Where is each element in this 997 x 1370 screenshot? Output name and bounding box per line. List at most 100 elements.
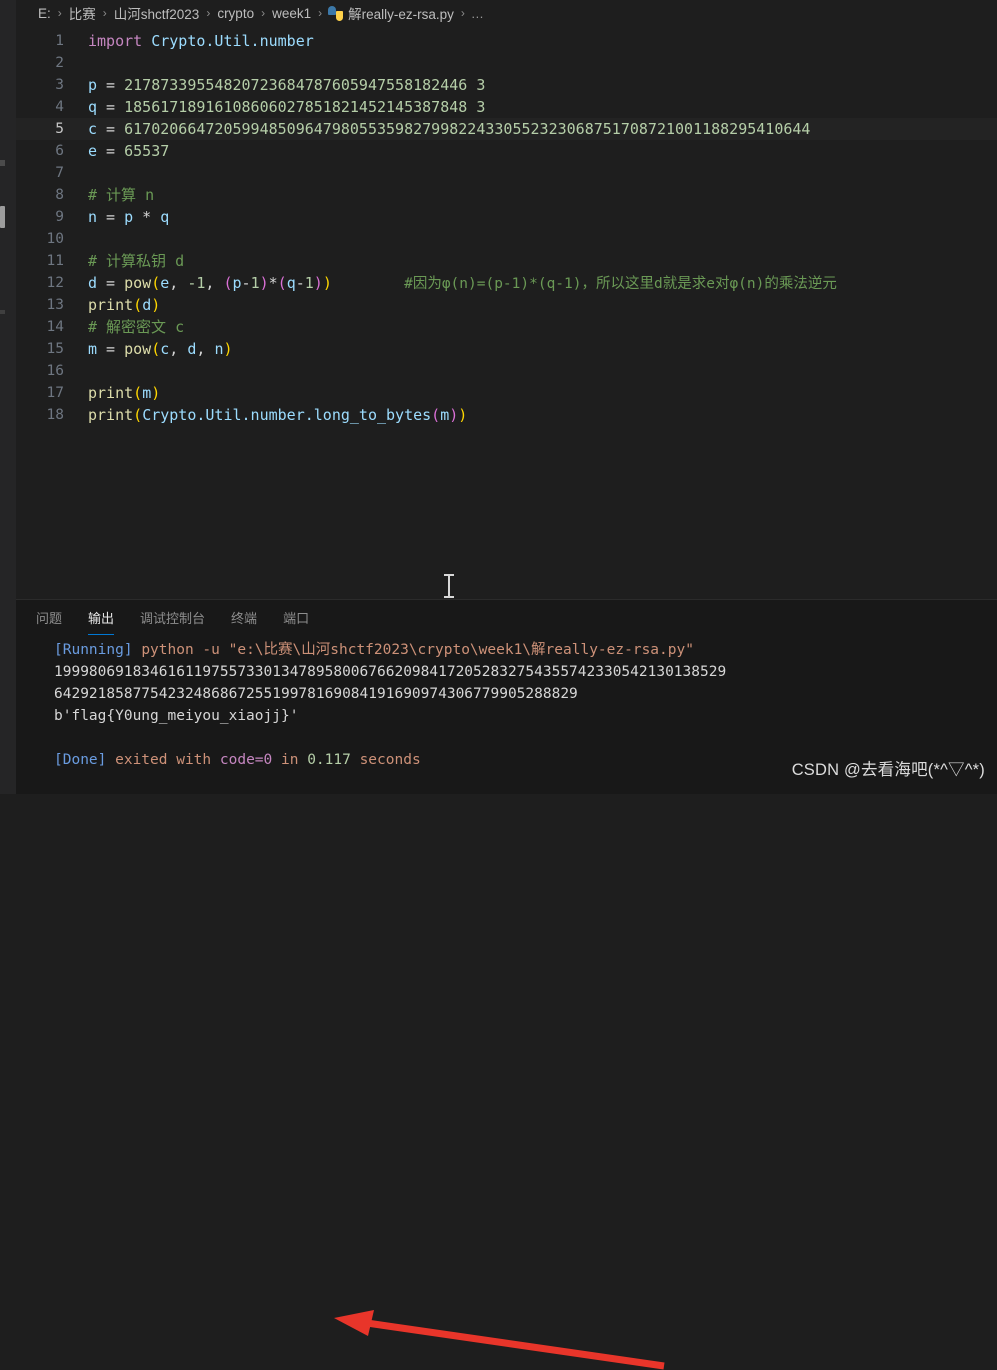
csdn-watermark: CSDN @去看海吧(*^▽^*) bbox=[791, 761, 985, 779]
token-paren2: ( bbox=[431, 406, 441, 424]
breadcrumb-item-3[interactable]: crypto bbox=[216, 6, 255, 21]
code-line[interactable]: 6 e = 65537 bbox=[16, 140, 997, 162]
panel-tab-3[interactable]: 终端 bbox=[231, 600, 257, 635]
code-line-text: print(d) bbox=[88, 294, 997, 316]
output-token: b'flag{Y0ung_meiyou_xiaojj}' bbox=[54, 708, 299, 724]
breadcrumb[interactable]: E: › 比赛 › 山河shctf2023 › crypto › week1 › 解really-e… bbox=[16, 0, 997, 26]
line-number: 7 bbox=[55, 165, 64, 181]
token-var: d bbox=[142, 296, 152, 314]
token-op: , bbox=[205, 273, 224, 292]
activity-marker-selected bbox=[0, 206, 5, 228]
code-line[interactable]: 12 d = pow(e, -1, (p-1)*(q-1)) #因为φ(n)=(p… bbox=[16, 272, 997, 294]
code-line-text: p = 217873395548207236847876059475581824… bbox=[88, 74, 997, 96]
code-line[interactable]: 17 print(m) bbox=[16, 382, 997, 404]
code-line[interactable]: 8 # 计算 n bbox=[16, 184, 997, 206]
token-var: p bbox=[232, 273, 242, 292]
token-paren2: ) bbox=[313, 273, 323, 292]
code-line-text: # 计算私钥 d bbox=[88, 250, 997, 272]
activity-marker-bottom bbox=[0, 310, 5, 314]
token-op: = bbox=[97, 98, 125, 116]
code-line[interactable]: 13 print(d) bbox=[16, 294, 997, 316]
output-line: 1999806918346161197557330134789580067662… bbox=[54, 661, 997, 683]
token-num: 18561718916108606027851821452145387848 3 bbox=[124, 98, 486, 116]
bottom-panel: 问题 输出 调试控制台 终端 端口 [Running] python -u "e:\比赛… bbox=[16, 599, 997, 1370]
panel-tab-0[interactable]: 问题 bbox=[36, 600, 62, 635]
token-num: -1 bbox=[187, 273, 206, 292]
line-number: 12 bbox=[46, 275, 64, 291]
panel-tab-4[interactable]: 端口 bbox=[283, 600, 309, 635]
activity-marker-top bbox=[0, 160, 5, 166]
code-line-text: # 解密密文 c bbox=[88, 316, 997, 338]
token-op: = bbox=[97, 120, 125, 138]
token-num: 1 bbox=[304, 273, 314, 292]
code-line[interactable]: 18 print(Crypto.Util.number.long_to_bytes… bbox=[16, 404, 997, 426]
line-number: 16 bbox=[46, 363, 64, 379]
code-line-text: c = 617020664720599485096479805535982799… bbox=[88, 118, 997, 140]
breadcrumb-separator: › bbox=[57, 6, 62, 20]
panel-tab-bar[interactable]: 问题 输出 调试控制台 终端 端口 bbox=[16, 600, 997, 635]
line-number: 18 bbox=[46, 407, 64, 423]
code-line[interactable]: 3 p = 21787339554820723684787605947558182… bbox=[16, 74, 997, 96]
line-number: 11 bbox=[46, 253, 64, 269]
token-var: m bbox=[440, 406, 450, 424]
breadcrumb-item-4[interactable]: week1 bbox=[271, 6, 312, 21]
code-line[interactable]: 5 c = 61702066472059948509647980553598279… bbox=[16, 118, 997, 140]
token-paren2: ) bbox=[449, 406, 459, 424]
code-line-text: d = pow(e, -1, (p-1)*(q-1)) #因为φ(n)=(p-1… bbox=[88, 272, 997, 295]
code-line[interactable]: 9 n = p * q bbox=[16, 206, 997, 228]
token-op: = bbox=[97, 340, 125, 358]
code-line[interactable]: 2 bbox=[16, 52, 997, 74]
token-fn: pow bbox=[124, 340, 152, 358]
red-pointer-arrow bbox=[334, 1310, 665, 1370]
line-number: 17 bbox=[46, 385, 64, 401]
breadcrumb-item-0[interactable]: E: bbox=[37, 6, 52, 21]
breadcrumb-separator: › bbox=[206, 6, 211, 20]
token-var: c bbox=[160, 340, 170, 358]
token-comment: # 计算私钥 d bbox=[88, 252, 185, 270]
breadcrumb-item-2[interactable]: 山河shctf2023 bbox=[113, 3, 201, 23]
token-paren1: ( bbox=[133, 296, 143, 314]
line-number: 1 bbox=[55, 33, 64, 49]
breadcrumb-item-1[interactable]: 比赛 bbox=[68, 3, 97, 23]
code-line[interactable]: 15 m = pow(c, d, n) bbox=[16, 338, 997, 360]
token-var: m bbox=[88, 340, 98, 358]
output-token: code=0 bbox=[219, 752, 273, 768]
token-op: , bbox=[169, 340, 188, 358]
token-fn: print bbox=[88, 406, 134, 424]
breadcrumb-separator: › bbox=[261, 6, 266, 20]
code-line-text: n = p * q bbox=[88, 206, 997, 228]
breadcrumb-file-name[interactable]: 解really-ez-rsa.py bbox=[347, 3, 455, 23]
panel-tab-1[interactable]: 输出 bbox=[88, 600, 115, 635]
panel-tab-2[interactable]: 调试控制台 bbox=[140, 600, 205, 635]
token-mod: Crypto.Util.number bbox=[151, 32, 314, 50]
code-editor[interactable]: 1 import Crypto.Util.number 2 3 p = 21787339… bbox=[16, 26, 997, 599]
token-paren1: ) bbox=[223, 340, 233, 358]
python-file-icon bbox=[328, 5, 344, 21]
token-fn: print bbox=[88, 296, 134, 314]
activity-bar-sliver bbox=[0, 0, 16, 794]
token-var: p bbox=[88, 76, 98, 94]
breadcrumb-overflow[interactable]: … bbox=[471, 6, 484, 21]
editor-column: E: › 比赛 › 山河shctf2023 › crypto › week1 › 解really-e… bbox=[16, 0, 997, 1370]
token-paren1: ( bbox=[151, 273, 161, 292]
code-line[interactable]: 11 # 计算私钥 d bbox=[16, 250, 997, 272]
line-number: 5 bbox=[55, 121, 64, 137]
code-line[interactable]: 7 bbox=[16, 162, 997, 184]
token-op: = bbox=[97, 142, 125, 160]
line-number: 4 bbox=[55, 99, 64, 115]
line-number: 2 bbox=[55, 55, 64, 71]
token-op: - bbox=[241, 273, 251, 292]
code-line[interactable]: 4 q = 18561718916108606027851821452145387… bbox=[16, 96, 997, 118]
token-op: , bbox=[196, 340, 215, 358]
line-number: 10 bbox=[46, 231, 64, 247]
code-line[interactable]: 1 import Crypto.Util.number bbox=[16, 30, 997, 52]
token-var: n bbox=[88, 208, 98, 226]
code-line[interactable]: 16 bbox=[16, 360, 997, 382]
token-var: e bbox=[160, 273, 170, 292]
code-line[interactable]: 10 bbox=[16, 228, 997, 250]
token-var: c bbox=[88, 120, 98, 138]
code-line[interactable]: 14 # 解密密文 c bbox=[16, 316, 997, 338]
token-kw: import bbox=[88, 32, 143, 50]
output-token: exited with bbox=[115, 752, 220, 768]
